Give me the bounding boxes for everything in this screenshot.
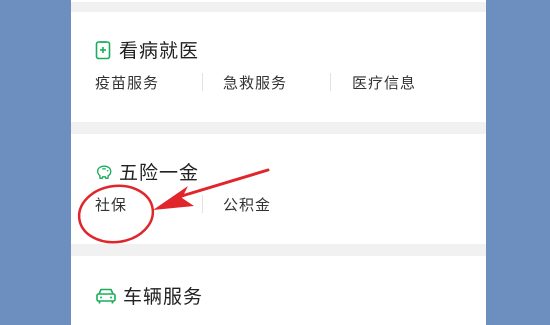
vaccine-service-link[interactable]: 疫苗服务	[95, 72, 159, 93]
car-icon	[95, 286, 117, 306]
health-section: 看病就医 疫苗服务 急救服务 医疗信息	[71, 12, 486, 122]
first-aid-service-link[interactable]: 急救服务	[223, 72, 287, 93]
health-section-title: 看病就医	[119, 40, 200, 62]
social-security-link[interactable]: 社保	[95, 194, 127, 215]
vehicle-section-header: 车辆服务	[95, 282, 203, 309]
divider	[330, 73, 331, 91]
mobile-screen: 看病就医 疫苗服务 急救服务 医疗信息 五险一金 社保 公积金 车辆服务	[71, 0, 486, 325]
housing-fund-link[interactable]: 公积金	[223, 194, 271, 215]
vehicle-section-title: 车辆服务	[123, 286, 204, 308]
piggy-bank-icon	[95, 162, 113, 182]
divider	[202, 73, 203, 91]
insurance-section: 五险一金 社保 公积金	[71, 134, 486, 244]
vehicle-section: 车辆服务	[71, 256, 486, 325]
medical-info-link[interactable]: 医疗信息	[352, 72, 416, 93]
insurance-section-title: 五险一金	[119, 162, 200, 184]
divider	[202, 195, 203, 213]
insurance-section-header: 五险一金	[95, 158, 199, 185]
previous-card-edge	[71, 0, 486, 2]
medical-kit-icon	[95, 40, 113, 60]
health-section-header: 看病就医	[95, 36, 199, 63]
